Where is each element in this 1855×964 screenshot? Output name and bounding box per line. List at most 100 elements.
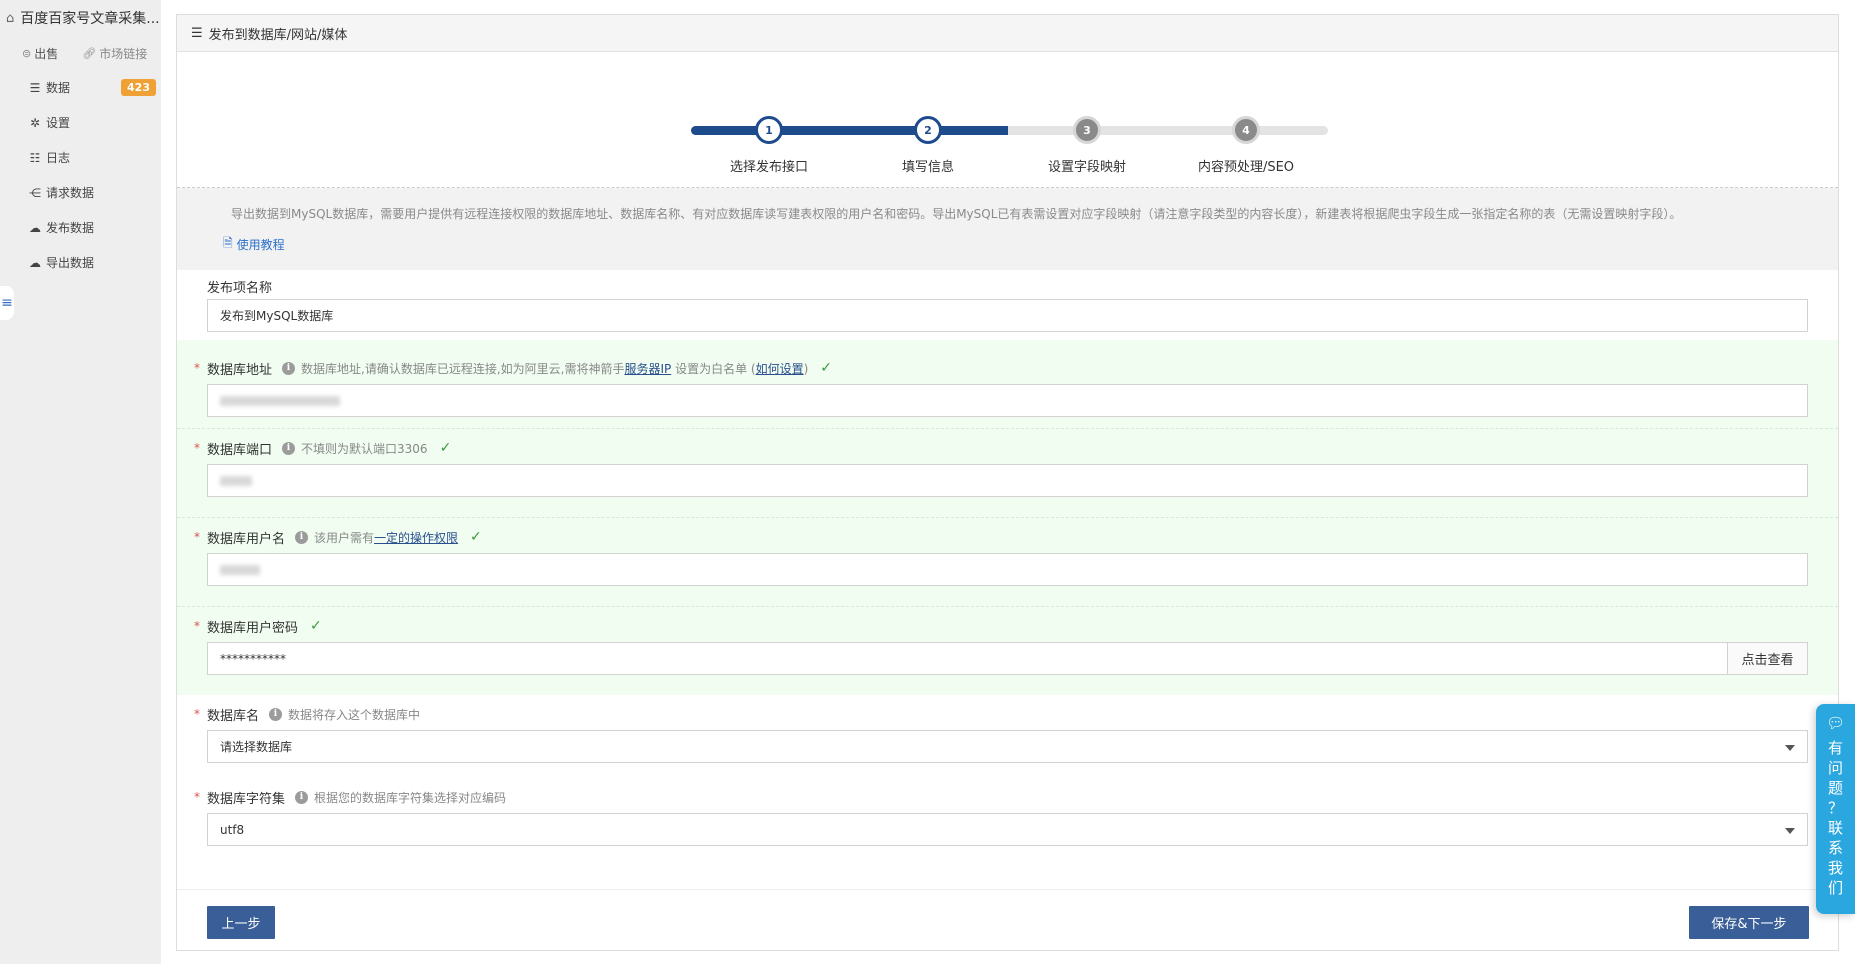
help-contact-tab[interactable]: 💬︎ 有 问 题 ？ 联 系 我 们 — [1816, 704, 1855, 914]
required-mark: * — [194, 707, 200, 721]
how-to-set-link[interactable]: 如何设置 — [756, 362, 804, 376]
db-host-label: * 数据库地址 i 数据库地址,请确认数据库已远程连接,如为阿里云,需将神箭手服… — [194, 355, 1808, 381]
sidebar-item-settings[interactable]: ✲ 设置 — [0, 105, 161, 140]
gear-icon: ✲ — [29, 115, 41, 130]
check-icon: ✓ — [310, 618, 322, 634]
blurred-value — [220, 395, 340, 406]
row-db-charset: * 数据库字符集 i 根据您的数据库字符集选择对应编码 utf8 — [177, 778, 1838, 861]
menu-icon: ≡ — [1, 295, 13, 311]
required-mark: * — [194, 790, 200, 804]
sidebar-item-export-data[interactable]: ☁ 导出数据 — [0, 245, 161, 280]
prev-step-button[interactable]: 上一步 — [207, 906, 275, 939]
blurred-value — [220, 475, 252, 486]
sidebar-item-log[interactable]: ☷ 日志 — [0, 140, 161, 175]
row-db-user: * 数据库用户名 i 该用户需有一定的操作权限 ✓ — [177, 518, 1838, 607]
db-password-group: *********** 点击查看 — [207, 642, 1808, 675]
panel-title: 发布到数据库/网站/媒体 — [208, 27, 348, 43]
db-port-hint: 不填则为默认端口3306 — [301, 441, 428, 456]
panel-header: ☰ 发布到数据库/网站/媒体 — [177, 15, 1838, 52]
info-icon[interactable]: i — [269, 707, 283, 721]
step-4-circle: 4 — [1232, 116, 1260, 144]
show-password-button[interactable]: 点击查看 — [1728, 642, 1808, 675]
db-password-input[interactable]: *********** — [207, 642, 1728, 675]
step-track-progress — [691, 126, 1008, 135]
help-char: 题 — [1827, 779, 1843, 797]
db-host-hint-text: 数据库地址,请确认数据库已远程连接,如为阿里云,需将神箭手 — [301, 361, 625, 376]
share-icon: ⋲ — [29, 185, 41, 200]
cloud-export-icon: ☁ — [29, 255, 41, 270]
data-count-badge: 423 — [121, 79, 156, 96]
db-host-label-text: 数据库地址 — [207, 362, 273, 378]
save-next-button[interactable]: 保存&下一步 — [1689, 906, 1809, 939]
row-publish-name: 发布项名称 发布到MySQL数据库 — [177, 270, 1838, 340]
row-db-port: * 数据库端口 i 不填则为默认端口3306 ✓ — [177, 429, 1838, 518]
db-charset-hint: 根据您的数据库字符集选择对应编码 — [314, 790, 507, 805]
step-3-circle: 3 — [1073, 116, 1101, 144]
db-port-label: * 数据库端口 i 不填则为默认端口3306 ✓ — [194, 435, 1808, 461]
chat-icon: 💬︎ — [1825, 714, 1846, 732]
step-1-circle: 1 — [755, 116, 783, 144]
sidebar-item-request-data[interactable]: ⋲ 请求数据 — [0, 175, 161, 210]
sell-icon: ⊜ — [22, 46, 32, 60]
db-user-label-text: 数据库用户名 — [207, 531, 286, 547]
required-mark: * — [194, 441, 200, 455]
publish-name-label-text: 发布项名称 — [207, 280, 273, 296]
document-icon: 🗎︎ — [223, 236, 233, 250]
sidebar-item-label: 请求数据 — [46, 186, 95, 200]
permission-link[interactable]: 一定的操作权限 — [374, 531, 458, 545]
publish-name-label: 发布项名称 — [207, 273, 1808, 299]
server-ip-link[interactable]: 服务器IP — [624, 362, 671, 376]
chevron-down-icon — [1785, 828, 1795, 834]
db-charset-select[interactable]: utf8 — [207, 813, 1808, 846]
db-charset-label-text: 数据库字符集 — [207, 791, 286, 807]
db-user-hint-text: 该用户需有 — [314, 530, 375, 545]
db-name-select-value: 请选择数据库 — [220, 740, 293, 754]
tutorial-link[interactable]: 🗎︎ 使用教程 — [177, 234, 1838, 255]
sidebar-item-label: 导出数据 — [46, 256, 95, 270]
db-user-input[interactable] — [207, 553, 1808, 586]
row-db-host: * 数据库地址 i 数据库地址,请确认数据库已远程连接,如为阿里云,需将神箭手服… — [177, 340, 1838, 429]
required-mark: * — [194, 361, 200, 375]
db-name-label: * 数据库名 i 数据将存入这个数据库中 — [194, 701, 1808, 727]
step-3-label: 设置字段映射 — [1047, 160, 1126, 175]
app-title[interactable]: ⌂ 百度百家号文章采集... — [0, 0, 161, 36]
publish-panel: ☰ 发布到数据库/网站/媒体 1 2 3 4 选择发布接口 填写信息 设置字段映… — [176, 14, 1839, 951]
db-port-input[interactable] — [207, 464, 1808, 497]
required-mark: * — [194, 530, 200, 544]
cloud-upload-icon: ☁ — [29, 220, 41, 235]
required-mark: * — [194, 619, 200, 633]
help-char: 问 — [1827, 759, 1843, 777]
sidebar-toggle-button[interactable]: ≡ — [0, 286, 14, 320]
sidebar-subbar: ⊜ 出售 🔗︎ 市场链接 — [0, 36, 161, 70]
db-charset-select-value: utf8 — [220, 822, 245, 837]
step-2-circle: 2 — [914, 116, 942, 144]
sidebar-item-label: 日志 — [46, 151, 71, 165]
db-host-input[interactable] — [207, 384, 1808, 417]
info-icon[interactable]: i — [295, 790, 309, 804]
db-password-label: * 数据库用户密码 ✓ — [194, 613, 1808, 639]
row-db-password: * 数据库用户密码 ✓ *********** 点击查看 — [177, 607, 1838, 695]
home-icon: ⌂ — [6, 10, 15, 26]
sidebar-item-label: 设置 — [46, 116, 71, 130]
app-title-text: 百度百家号文章采集... — [20, 11, 160, 27]
sidebar-item-data[interactable]: ☰ 数据 423 — [0, 70, 161, 105]
tutorial-label: 使用教程 — [236, 238, 285, 252]
market-link[interactable]: 🔗︎ 市场链接 — [58, 45, 147, 62]
db-charset-label: * 数据库字符集 i 根据您的数据库字符集选择对应编码 — [194, 784, 1808, 810]
info-icon[interactable]: i — [282, 441, 296, 455]
publish-name-input[interactable]: 发布到MySQL数据库 — [207, 299, 1808, 332]
db-name-select[interactable]: 请选择数据库 — [207, 730, 1808, 763]
list-icon: ☷ — [29, 150, 41, 165]
database-icon: ☰ — [191, 25, 203, 41]
link-icon: 🔗︎ — [82, 46, 97, 60]
info-icon[interactable]: i — [295, 530, 309, 544]
stepper: 1 2 3 4 选择发布接口 填写信息 设置字段映射 内容预处理/SEO — [177, 52, 1838, 188]
db-port-label-text: 数据库端口 — [207, 442, 273, 458]
info-icon[interactable]: i — [282, 361, 296, 375]
db-name-hint: 数据将存入这个数据库中 — [288, 707, 421, 722]
row-db-name: * 数据库名 i 数据将存入这个数据库中 请选择数据库 — [177, 695, 1838, 778]
sidebar-item-publish-data[interactable]: ☁ 发布数据 — [0, 210, 161, 245]
sidebar: ⌂ 百度百家号文章采集... ⊜ 出售 🔗︎ 市场链接 ☰ 数据 423 ✲ 设… — [0, 0, 161, 964]
sell-link[interactable]: ⊜ 出售 — [0, 45, 58, 62]
help-char: 联 — [1827, 819, 1843, 837]
